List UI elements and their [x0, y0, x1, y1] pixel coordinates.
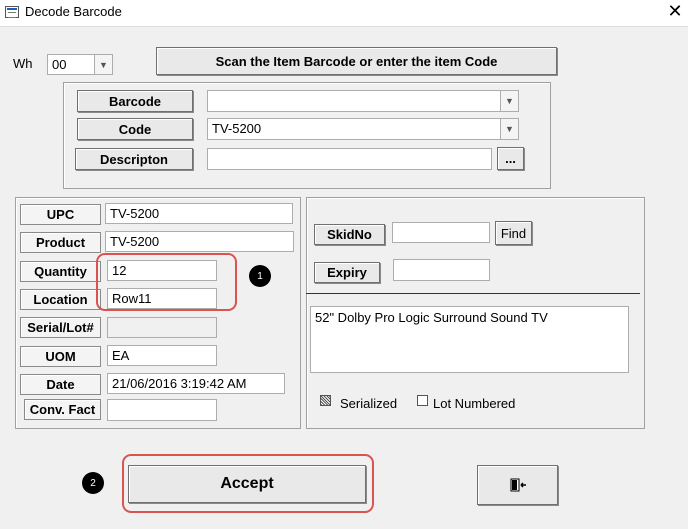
- scan-button[interactable]: Scan the Item Barcode or enter the item …: [156, 47, 557, 75]
- conv-fact-field[interactable]: [107, 399, 217, 421]
- upc-label: UPC: [20, 204, 101, 225]
- item-description-box[interactable]: 52" Dolby Pro Logic Surround Sound TV: [310, 306, 629, 373]
- expiry-field[interactable]: [393, 259, 490, 281]
- upc-field[interactable]: TV-5200: [105, 203, 293, 224]
- description-button[interactable]: Descripton: [75, 148, 193, 170]
- serialized-checkbox[interactable]: [320, 395, 331, 406]
- highlight-box-2: [122, 454, 374, 513]
- highlight-box-1: [96, 253, 237, 311]
- code-combo[interactable]: TV-5200 ▼: [207, 118, 519, 140]
- window-title: Decode Barcode: [25, 4, 122, 19]
- expiry-button[interactable]: Expiry: [314, 262, 380, 283]
- product-field[interactable]: TV-5200: [105, 231, 294, 252]
- lot-numbered-checkbox[interactable]: [417, 395, 428, 406]
- exit-door-icon: [510, 478, 526, 492]
- code-button[interactable]: Code: [77, 118, 193, 140]
- close-button[interactable]: ✕: [663, 1, 687, 22]
- divider: [306, 293, 640, 294]
- serial-lot-label: Serial/Lot#: [20, 317, 101, 338]
- skidno-field[interactable]: [392, 222, 490, 243]
- barcode-button[interactable]: Barcode: [77, 90, 193, 112]
- serialized-label: Serialized: [340, 396, 398, 411]
- ellipsis-button[interactable]: ...: [497, 147, 524, 170]
- date-label: Date: [20, 374, 101, 395]
- warehouse-combo[interactable]: 00 ▼: [47, 54, 113, 75]
- chevron-down-icon[interactable]: ▼: [500, 91, 518, 111]
- code-value: TV-5200: [212, 121, 262, 136]
- annotation-badge-1: 1: [249, 265, 271, 287]
- barcode-combo[interactable]: ▼: [207, 90, 519, 112]
- chevron-down-icon[interactable]: ▼: [500, 119, 518, 139]
- location-label: Location: [20, 289, 101, 310]
- annotation-badge-2: 2: [82, 472, 104, 494]
- form-icon: [5, 6, 19, 18]
- exit-button[interactable]: [477, 465, 558, 505]
- date-field[interactable]: 21/06/2016 3:19:42 AM: [107, 373, 285, 394]
- warehouse-label: Wh: [13, 56, 33, 71]
- serial-lot-field[interactable]: [107, 317, 217, 338]
- quantity-label: Quantity: [20, 261, 101, 282]
- skidno-button[interactable]: SkidNo: [314, 224, 385, 245]
- conv-fact-label: Conv. Fact: [24, 399, 101, 420]
- title-bar: Decode Barcode ✕: [0, 0, 688, 26]
- uom-field[interactable]: EA: [107, 345, 217, 366]
- uom-label: UOM: [20, 346, 101, 367]
- warehouse-value: 00: [52, 57, 67, 72]
- product-label: Product: [20, 232, 101, 253]
- chevron-down-icon[interactable]: ▼: [94, 55, 112, 74]
- description-input[interactable]: [207, 148, 492, 170]
- find-button[interactable]: Find: [495, 221, 532, 245]
- lot-numbered-label: Lot Numbered: [433, 396, 516, 411]
